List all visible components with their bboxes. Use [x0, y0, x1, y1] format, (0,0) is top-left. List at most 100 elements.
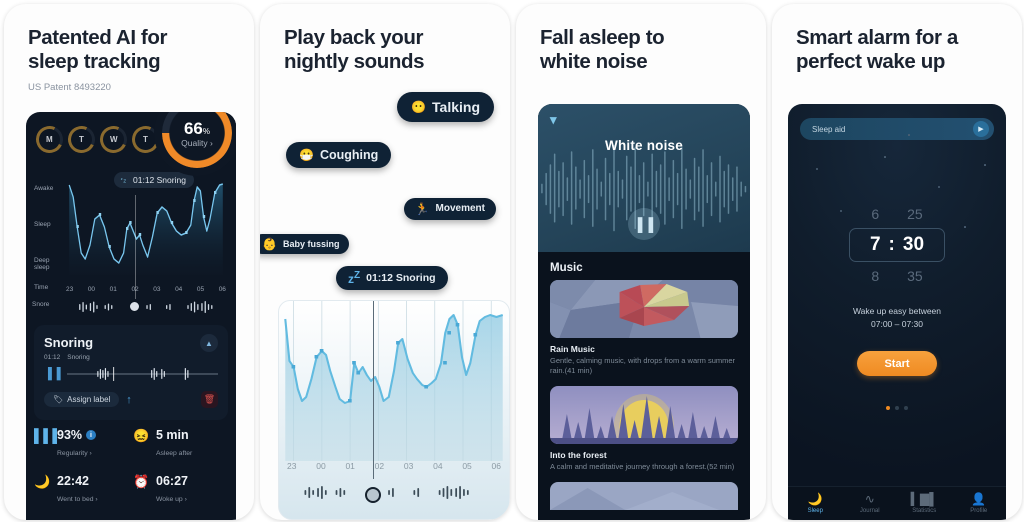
- x-tick: 06: [491, 461, 501, 471]
- snoring-card-actions: 🏷 Assign label ↑ 🗑: [44, 391, 218, 408]
- phone-screen-sound-timeline: 23 00 01 02 03 04 05 06: [278, 300, 510, 520]
- movement-icon: 🏃: [414, 201, 430, 216]
- snoring-tooltip-text: 01:12 Snoring: [133, 175, 186, 185]
- bar-chart-icon: ▍▇▌: [910, 492, 938, 506]
- alarm-time-picker[interactable]: 6 25 7 : 30 8 35: [788, 206, 1006, 284]
- track-rain-music[interactable]: Rain Music Gentle, calming music, with d…: [538, 280, 750, 386]
- picker-separator: :: [888, 234, 895, 255]
- sound-event-timeline[interactable]: [287, 483, 501, 501]
- hypnogram-plot-area: [66, 179, 226, 275]
- tab-statistics[interactable]: ▍▇▌ Statistics: [897, 493, 952, 514]
- chip-coughing[interactable]: 😷 Coughing: [286, 141, 392, 168]
- x-tick: 04: [433, 461, 443, 471]
- player-title: White noise: [605, 138, 683, 153]
- weekday-label: W: [109, 135, 118, 144]
- y-label-awake: Awake: [34, 185, 54, 192]
- share-icon[interactable]: ↑: [126, 394, 132, 406]
- picker-hour-below[interactable]: 8: [871, 268, 879, 284]
- chip-movement[interactable]: 🏃 Movement: [403, 197, 496, 220]
- music-section-header: Music: [550, 262, 583, 274]
- regularity-icon: ▌▌▌: [34, 428, 62, 443]
- page-dot[interactable]: [895, 406, 899, 410]
- sound-waveform-icon: [304, 486, 469, 499]
- snoring-tooltip[interactable]: z Z 01:12 Snoring: [114, 172, 194, 188]
- picker-selected-minute: 30: [902, 234, 925, 255]
- stat-label: Woke up ›: [156, 496, 187, 503]
- snoring-icon: zZ: [348, 269, 361, 286]
- weekday-ring[interactable]: W: [96, 122, 131, 157]
- tab-profile[interactable]: 👤 Profile: [952, 493, 1007, 514]
- picker-selected-time[interactable]: 7 : 30: [849, 228, 945, 262]
- chip-baby-fussing[interactable]: 👶 Baby fussing: [260, 233, 350, 254]
- sound-event-chips: 😶 Talking 😷 Coughing 🏃 Movement 👶 Baby f…: [260, 80, 510, 290]
- snore-timeline[interactable]: Snore: [32, 195, 230, 315]
- page-dot-active[interactable]: [886, 406, 890, 410]
- forest-moon-art: [550, 386, 738, 445]
- page-dot[interactable]: [904, 406, 908, 410]
- weekday-ring[interactable]: M: [32, 122, 67, 157]
- sleep-quality-badge[interactable]: 66% Quality ›: [154, 112, 236, 176]
- picker-minute-below[interactable]: 35: [907, 268, 923, 284]
- picker-hour-above[interactable]: 6: [871, 206, 879, 222]
- stat-value: 06:27: [156, 474, 188, 488]
- page-title: Smart alarm for a perfect wake up: [796, 26, 958, 73]
- pause-icon[interactable]: ▐▐: [44, 368, 62, 380]
- umbrella-art: [550, 280, 738, 338]
- stat-body: 5 min Asleep after: [156, 428, 192, 460]
- quality-value-group: 66% Quality ›: [181, 119, 213, 148]
- stat-regularity[interactable]: ▌▌▌ 93% i Regularity ›: [34, 428, 129, 460]
- app-store-screenshot-gallery: Patented AI for sleep tracking US Patent…: [0, 0, 1024, 522]
- sound-chart-plot: [279, 301, 509, 461]
- sleep-aid-bar[interactable]: Sleep aid ▶: [800, 118, 994, 140]
- chip-snoring[interactable]: zZ 01:12 Snoring: [336, 265, 448, 290]
- x-tick: 00: [87, 286, 96, 293]
- chip-label: Coughing: [319, 147, 379, 162]
- x-tick: 04: [175, 286, 183, 293]
- play-icon[interactable]: ▶: [973, 121, 989, 137]
- chip-talking[interactable]: 😶 Talking: [397, 91, 494, 122]
- tab-label: Journal: [859, 508, 880, 514]
- snoring-clip-time: 01:12: [44, 354, 61, 361]
- sound-chart-svg: [284, 301, 504, 461]
- track-description: Gentle, calming music, with drops from a…: [550, 356, 736, 376]
- weekday-ring[interactable]: T: [64, 122, 99, 157]
- snoring-detail-card: Snoring ▲ 01:12 Snoring ▐▐ 🏷 Assign labe…: [34, 325, 228, 420]
- pause-button[interactable]: ▐▐: [628, 208, 660, 240]
- x-tick: 03: [153, 286, 161, 293]
- assign-label-button[interactable]: 🏷 Assign label: [44, 392, 120, 407]
- sleepy-face-icon: 😖: [133, 428, 150, 443]
- panel-4-header: Smart alarm for a perfect wake up: [772, 4, 1022, 74]
- wake-note-line-1: Wake up easy between: [852, 306, 942, 316]
- baby-icon: 👶: [262, 236, 277, 251]
- panel-3-header: Fall asleep to white noise: [516, 4, 766, 74]
- info-icon[interactable]: i: [86, 430, 97, 440]
- stat-value: 22:42: [57, 474, 89, 488]
- assign-label-text: Assign label: [67, 395, 111, 404]
- stat-value: 93%: [57, 428, 83, 442]
- picker-row-below: 8 35: [788, 268, 1006, 284]
- stat-asleep-after[interactable]: 😖 5 min Asleep after: [133, 428, 228, 460]
- snoring-icon: z Z: [121, 176, 127, 183]
- timeline-playhead: [373, 301, 375, 479]
- chevron-right-icon: ›: [89, 450, 92, 457]
- trash-icon[interactable]: 🗑: [201, 391, 218, 408]
- phone-screen-sleep-summary: M T W T F 66% Quality ›: [26, 112, 236, 520]
- track-art-next-peek[interactable]: [550, 482, 738, 511]
- hypnogram-svg: [68, 183, 223, 275]
- track-into-the-forest[interactable]: Into the forest A calm and meditative jo…: [538, 386, 750, 482]
- tab-sleep[interactable]: 🌙 Sleep: [788, 493, 843, 514]
- sound-chart-x-axis: 23 00 01 02 03 04 05 06: [287, 461, 501, 471]
- stat-body: 22:42 Went to bed ›: [57, 474, 98, 506]
- sleep-stats-grid: ▌▌▌ 93% i Regularity › 😖 5 min Asleep af…: [34, 428, 228, 520]
- x-tick: 05: [462, 461, 472, 471]
- panel-patented-ai: Patented AI for sleep tracking US Patent…: [4, 4, 254, 520]
- start-button[interactable]: Start: [857, 351, 937, 376]
- audio-scrubber[interactable]: ▐▐: [44, 366, 218, 382]
- snoring-card-meta: 01:12 Snoring: [44, 354, 218, 361]
- chevron-down-icon[interactable]: ▾: [550, 112, 557, 128]
- picker-minute-above[interactable]: 25: [907, 206, 923, 222]
- stat-went-to-bed[interactable]: 🌙 22:42 Went to bed ›: [34, 474, 129, 506]
- stat-woke-up[interactable]: ⏰ 06:27 Woke up ›: [133, 474, 228, 506]
- chevron-up-icon[interactable]: ▲: [200, 334, 218, 352]
- tab-journal[interactable]: ∿ Journal: [843, 493, 898, 514]
